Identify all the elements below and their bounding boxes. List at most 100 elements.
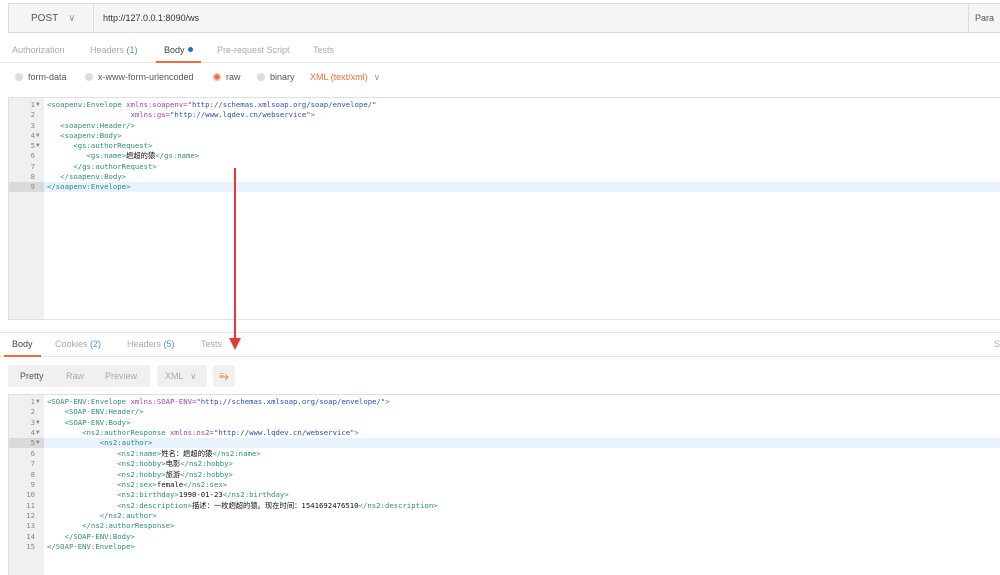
- format-label: XML: [165, 371, 184, 381]
- code-line: 6 <gs:name>趔超的猿</gs:name>: [9, 151, 1000, 161]
- code-line: 14 </SOAP-ENV:Body>: [9, 532, 1000, 542]
- tab-label: Headers: [90, 45, 125, 55]
- radio-label: form-data: [28, 72, 67, 82]
- code-line: 4 ▼ <soapenv:Body>: [9, 131, 1000, 141]
- code-line: 11 <ns2:description>描述：一枚趔超的猿。现在时间：15416…: [9, 501, 1000, 511]
- code-token: </ns2:birthday>: [222, 490, 289, 500]
- content-type-label: XML (text/xml): [310, 72, 368, 82]
- method-select[interactable]: POST ∨: [9, 4, 94, 32]
- code-token: <ns2:authorResponse: [47, 428, 171, 438]
- params-button[interactable]: Para: [968, 4, 1000, 32]
- radio-raw[interactable]: raw: [213, 72, 241, 82]
- tab-authorization[interactable]: Authorization: [12, 45, 65, 55]
- code-text: <ns2:hobby>电影</ns2:hobby>: [47, 459, 233, 469]
- view-preview-button[interactable]: Preview: [105, 371, 137, 381]
- code-line: 7 </gs:authorRequest>: [9, 162, 1000, 172]
- code-line: 15 </SOAP-ENV:Envelope>: [9, 542, 1000, 552]
- chevron-down-icon: ∨: [190, 371, 197, 381]
- code-token: "http://www.lqdev.cn/webservice": [170, 110, 311, 120]
- tab-cookies[interactable]: Cookies (2): [55, 339, 101, 349]
- code-line: 2 <SOAP-ENV:Header/>: [9, 407, 1000, 417]
- fold-toggle-icon[interactable]: ▼: [36, 418, 40, 428]
- tab-headers[interactable]: Headers (1): [90, 45, 138, 55]
- code-line: 5 ▼ <gs:authorRequest>: [9, 141, 1000, 151]
- radio-label: raw: [226, 72, 241, 82]
- radio-icon: [257, 73, 265, 81]
- tab-tests[interactable]: Tests: [313, 45, 334, 55]
- code-token: 描述：一枚趔超的猿。现在时间：1541692476510: [191, 500, 359, 510]
- code-token: <gs:authorRequest>: [47, 141, 153, 150]
- content-type-select[interactable]: XML (text/xml) ∨: [310, 72, 380, 83]
- code-line: 8 </soapenv:Body>: [9, 172, 1000, 182]
- fold-toggle-icon[interactable]: ▼: [36, 100, 40, 110]
- code-token: 姓名：趔超的猿: [161, 448, 213, 458]
- code-text: </ns2:author>: [47, 511, 157, 521]
- tab-response-body[interactable]: Body: [4, 339, 40, 357]
- fold-toggle-icon[interactable]: ▼: [36, 428, 40, 438]
- code-text: </SOAP-ENV:Envelope>: [47, 542, 135, 552]
- code-line: 3 <soapenv:Header/>: [9, 121, 1000, 131]
- fold-toggle-icon[interactable]: ▼: [36, 141, 40, 151]
- code-line: 6 <ns2:name>姓名：趔超的猿</ns2:name>: [9, 449, 1000, 459]
- line-number: 6: [30, 151, 35, 161]
- code-token: "http://schemas.xmlsoap.org/soap/envelop…: [187, 100, 377, 109]
- code-token: 电影: [165, 459, 181, 469]
- line-number: 11: [26, 500, 35, 510]
- line-number: 13: [26, 521, 35, 531]
- response-status: S: [994, 339, 1000, 349]
- code-text: <ns2:author>: [47, 438, 153, 448]
- tab-response-tests[interactable]: Tests: [201, 339, 222, 349]
- tab-label: Cookies: [55, 339, 88, 349]
- code-token: </SOAP-ENV:Envelope>: [47, 542, 135, 552]
- code-token: <SOAP-ENV:Envelope: [47, 397, 131, 406]
- code-line: 9 </soapenv:Envelope>: [9, 182, 1000, 192]
- radio-urlencoded[interactable]: x-www-form-urlencoded: [85, 72, 194, 82]
- response-body-viewer[interactable]: 1 ▼ <SOAP-ENV:Envelope xmlns:SOAP-ENV="htt…: [8, 394, 1000, 575]
- code-token: >: [354, 428, 359, 438]
- code-token: 旅游: [165, 469, 181, 479]
- wrap-lines-icon[interactable]: ⥱: [213, 365, 235, 387]
- code-token: >: [385, 397, 390, 406]
- radio-form-data[interactable]: form-data: [15, 72, 67, 82]
- code-text: <soapenv:Envelope xmlns:soapenv="http://…: [47, 100, 377, 110]
- view-pretty-button[interactable]: Pretty: [20, 371, 44, 381]
- code-token: </gs:name>: [155, 151, 200, 161]
- chevron-down-icon: ∨: [68, 13, 76, 24]
- fold-toggle-icon[interactable]: ▼: [36, 438, 40, 448]
- fold-toggle-icon[interactable]: ▼: [36, 397, 40, 407]
- line-number: 2: [30, 110, 35, 120]
- fold-toggle-icon[interactable]: ▼: [36, 131, 40, 141]
- code-line: 9 <ns2:sex>female</ns2:sex>: [9, 480, 1000, 490]
- code-token: <soapenv:Header/>: [47, 120, 135, 130]
- line-number: 7: [30, 161, 35, 171]
- code-token: xmlns:SOAP-ENV=: [130, 397, 197, 406]
- code-token: <ns2:name>: [47, 448, 162, 458]
- code-line: 13 </ns2:authorResponse>: [9, 521, 1000, 531]
- code-text: <soapenv:Header/>: [47, 121, 135, 131]
- code-text: <SOAP-ENV:Envelope xmlns:SOAP-ENV="http:…: [47, 397, 390, 407]
- code-token: <ns2:hobby>: [47, 459, 166, 469]
- radio-binary[interactable]: binary: [257, 72, 295, 82]
- request-body-editor[interactable]: 1 ▼ <soapenv:Envelope xmlns:soapenv="http:…: [8, 97, 1000, 320]
- code-text: xmlns:gs="http://www.lqdev.cn/webservice…: [47, 110, 315, 120]
- line-number: 3: [30, 120, 35, 130]
- code-token: xmlns:gs=: [130, 110, 171, 120]
- radio-icon: [213, 73, 221, 81]
- tab-pre-request-script[interactable]: Pre-request Script: [217, 45, 290, 55]
- code-token: </ns2:author>: [47, 510, 157, 520]
- view-raw-button[interactable]: Raw: [66, 371, 84, 381]
- code-line: 5 ▼ <ns2:author>: [9, 438, 1000, 449]
- code-line: 2 xmlns:gs="http://www.lqdev.cn/webservi…: [9, 110, 1000, 120]
- code-token: <gs:name>: [47, 151, 127, 161]
- code-text: <ns2:description>描述：一枚趔超的猿。现在时间：15416924…: [47, 500, 437, 511]
- tab-body[interactable]: Body: [156, 45, 200, 63]
- tab-response-headers[interactable]: Headers (5): [127, 339, 175, 349]
- tab-label: Headers: [127, 339, 162, 349]
- code-token: "http://www.lqdev.cn/webservice": [213, 428, 355, 438]
- code-token: </ns2:name>: [212, 448, 261, 458]
- format-select[interactable]: XML ∨: [157, 365, 207, 387]
- code-token: <ns2:birthday>: [47, 490, 179, 500]
- body-mode-group: form-data x-www-form-urlencoded raw bina…: [15, 72, 415, 86]
- url-input[interactable]: http://127.0.0.1:8090/ws: [103, 13, 199, 23]
